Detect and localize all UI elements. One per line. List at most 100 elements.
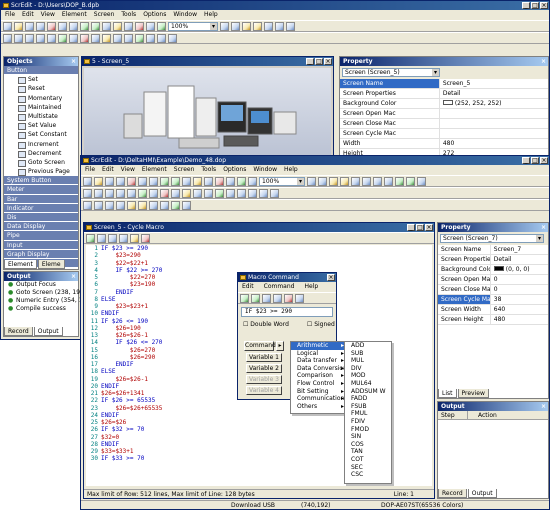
arithmetic-menu-item[interactable]: FMOD [345, 426, 391, 434]
command-menu-item[interactable]: Logical ▸ [291, 350, 347, 358]
menu-help[interactable]: Help [284, 165, 298, 175]
dialog-menu-command[interactable]: Command [264, 282, 295, 292]
paste-icon[interactable] [149, 176, 158, 186]
menu-tools[interactable]: Tools [201, 165, 216, 175]
object-item[interactable]: Set Constant [4, 130, 78, 140]
align-bottom-icon[interactable] [275, 21, 284, 31]
front-window-titlebar[interactable]: ScrEdit - D:\DeltaHMI\Example\Demo_48.do… [81, 156, 549, 165]
compile-icon[interactable] [182, 176, 191, 186]
align-left-icon[interactable] [242, 21, 251, 31]
zoom-out-icon[interactable] [318, 176, 327, 186]
object-category[interactable]: Input [4, 240, 78, 250]
tab-list[interactable]: List [438, 389, 457, 398]
close-icon[interactable]: × [540, 157, 548, 164]
property-value[interactable] [440, 109, 443, 118]
property-value[interactable]: (0, 0, 0) [491, 265, 530, 274]
object-item[interactable]: Set [4, 75, 78, 85]
minimize-icon[interactable]: _ [522, 157, 530, 164]
arrow-down-icon[interactable] [251, 293, 260, 303]
redo-icon[interactable] [171, 176, 180, 186]
property-row[interactable]: Screen Properties Detail [340, 89, 548, 99]
arithmetic-menu-item[interactable]: FDIV [345, 418, 391, 426]
arithmetic-menu-item[interactable]: SIN [345, 433, 391, 441]
tab-element[interactable]: Element [4, 260, 37, 269]
move-up-icon[interactable] [105, 200, 114, 210]
help-icon[interactable] [417, 176, 426, 186]
arithmetic-menu-item[interactable]: COS [345, 441, 391, 449]
menu-screen[interactable]: Screen [174, 165, 195, 175]
align-top-icon[interactable] [264, 21, 273, 31]
menu-file[interactable]: File [85, 165, 95, 175]
ungroup-icon[interactable] [384, 176, 393, 186]
menu-element[interactable]: Element [62, 10, 87, 20]
menu-edit[interactable]: Edit [102, 165, 114, 175]
polygon-icon[interactable] [127, 188, 136, 198]
layer-icon[interactable] [248, 176, 257, 186]
macro-copy-icon[interactable] [108, 233, 117, 243]
variable-3-button[interactable]: Variable 3 [246, 375, 282, 384]
dialog-menu-help[interactable]: Help [304, 282, 318, 292]
rect-icon[interactable] [105, 188, 114, 198]
property-value[interactable] [440, 119, 443, 128]
table-element-icon[interactable] [270, 188, 279, 198]
help-icon[interactable] [286, 21, 295, 31]
select-icon[interactable] [83, 188, 92, 198]
input-element-icon[interactable] [215, 188, 224, 198]
command-menu-item[interactable]: Communication ▸ [291, 395, 347, 403]
same-width-icon[interactable] [127, 200, 136, 210]
alarm-element-icon[interactable] [237, 188, 246, 198]
macro-find-icon[interactable] [130, 233, 139, 243]
macro-dialog-titlebar[interactable]: Macro Command × [238, 273, 336, 282]
property-value[interactable]: Screen_5 [440, 79, 470, 88]
alarm-element-icon[interactable] [157, 33, 166, 43]
arithmetic-menu-item[interactable]: MUL64 [345, 380, 391, 388]
dialog-help-icon[interactable] [295, 293, 304, 303]
variable-4-button[interactable]: Variable 4 [246, 386, 282, 395]
keypad-element-icon[interactable] [248, 188, 257, 198]
screen5-canvas[interactable] [84, 68, 331, 163]
back-window-titlebar[interactable]: ScrEdit - D:\Users\DOP_B.dpb _ □ × [1, 1, 549, 10]
code-line[interactable]: 3 $22=$22+1 [86, 260, 432, 267]
circle-icon[interactable] [36, 33, 45, 43]
command-menu-item[interactable]: Data transfer ▸ [291, 357, 347, 365]
property-value[interactable]: 0 [491, 275, 498, 284]
arithmetic-menu-item[interactable]: TAN [345, 448, 391, 456]
text-icon[interactable] [58, 33, 67, 43]
align-left-icon[interactable] [329, 176, 338, 186]
macro-cut-icon[interactable] [97, 233, 106, 243]
keypad-element-icon[interactable] [168, 33, 177, 43]
object-category[interactable]: Button [4, 66, 78, 76]
object-item[interactable]: Momentary [4, 94, 78, 103]
macro-ok-icon[interactable] [86, 233, 95, 243]
minimize-icon[interactable]: _ [407, 224, 415, 231]
send-back-icon[interactable] [406, 176, 415, 186]
macro-delete-icon[interactable] [141, 233, 150, 243]
menu-options[interactable]: Options [223, 165, 246, 175]
meter-element-icon[interactable] [91, 33, 100, 43]
simulate-icon[interactable] [135, 21, 144, 31]
arithmetic-menu-item[interactable]: CSC [345, 471, 391, 479]
object-category[interactable]: Graph Display [4, 249, 78, 259]
zoom-in-icon[interactable] [220, 21, 229, 31]
code-line[interactable]: 1 IF $23 >= 290 [86, 245, 432, 252]
object-item[interactable]: Set Value [4, 121, 78, 131]
cut-icon[interactable] [47, 21, 56, 31]
variable-2-button[interactable]: Variable 2 [246, 364, 282, 373]
undo-icon[interactable] [160, 176, 169, 186]
arrow-up-icon[interactable] [240, 293, 249, 303]
property-value[interactable]: Screen_7 [491, 245, 521, 254]
upload-icon[interactable] [124, 21, 133, 31]
property-value[interactable]: 0 [491, 285, 498, 294]
object-category[interactable]: Meter [4, 185, 78, 195]
double-word-checkbox[interactable]: ☐ Double Word [243, 320, 289, 330]
zoom-select[interactable]: 100% [259, 176, 305, 186]
property-row[interactable]: Background Color (0, 0, 0) [438, 265, 548, 275]
property-value[interactable]: 640 [491, 305, 505, 314]
property-row[interactable]: Screen Open Mac [340, 109, 548, 119]
grid-icon[interactable] [226, 176, 235, 186]
property-row[interactable]: Screen Name Screen_7 [438, 245, 548, 255]
bitmap-icon[interactable] [69, 33, 78, 43]
property-value[interactable]: 480 [440, 139, 454, 148]
property-row[interactable]: Screen Name Screen_5 [340, 79, 548, 89]
download-icon[interactable] [113, 21, 122, 31]
